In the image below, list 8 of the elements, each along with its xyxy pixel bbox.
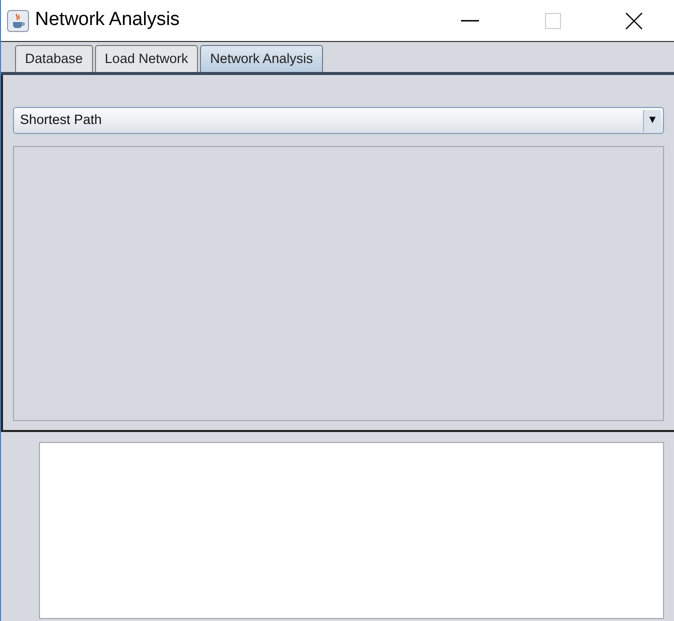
analysis-dropdown[interactable]: Shortest Path ▼ (13, 107, 664, 134)
tab[interactable]: Load Network (94, 45, 198, 72)
close-icon[interactable] (625, 12, 643, 30)
tab[interactable]: Database (15, 45, 93, 72)
minimize-icon[interactable] (461, 20, 479, 22)
tab[interactable]: Network Analysis (200, 45, 323, 72)
coffee-cup-icon (7, 10, 29, 32)
window-title: Network Analysis (35, 8, 180, 32)
